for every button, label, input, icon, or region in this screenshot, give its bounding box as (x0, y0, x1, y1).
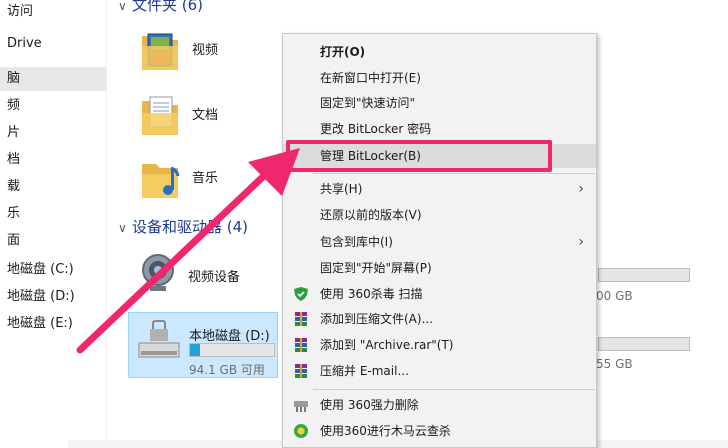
device-item-webcam[interactable]: 视频设备 (128, 244, 278, 306)
nav-item-pictures[interactable]: 片 (0, 121, 106, 145)
folder-name: 视频 (192, 43, 219, 58)
menu-item-label: 打开(O) (320, 45, 366, 59)
folder-item-documents[interactable]: 文档 (140, 89, 280, 145)
menu-item-label: 还原以前的版本(V) (320, 208, 422, 222)
drive-usage-fill (190, 344, 201, 356)
section-label: 设备和驱动器 (4) (132, 218, 249, 236)
menu-item-open[interactable]: 打开(O) (283, 40, 596, 64)
menu-item-label: 固定到"快速访问" (320, 96, 416, 110)
navigation-pane: 访问 Drive 脑 频 片 档 载 乐 面 地磁盘 (C:) 地磁盘 (D:)… (0, 0, 106, 448)
video-folder-icon (142, 33, 178, 70)
shredder-icon (294, 401, 308, 412)
menu-item-label: 压缩并 E-mail... (320, 364, 409, 378)
menu-item-label: 管理 BitLocker(B) (320, 149, 421, 163)
folder-item-music[interactable]: 音乐 (140, 152, 280, 208)
menu-item-include-in-library[interactable]: 包含到库中(I) › (283, 230, 596, 254)
menu-item-360-scan[interactable]: 使用 360杀毒 扫描 (283, 282, 596, 306)
hard-drive-icon (138, 320, 180, 358)
drive-free-space: 94.1 GB 可用 (189, 363, 265, 377)
winrar-icon (295, 364, 307, 378)
menu-item-label: 使用360进行木马云查杀 (320, 424, 451, 438)
360-trojan-scan-icon (294, 424, 308, 438)
menu-item-360-trojan-scan[interactable]: 使用360进行木马云查杀 (283, 419, 596, 443)
chevron-down-icon[interactable]: ∨ (118, 217, 132, 239)
nav-item-onedrive[interactable]: Drive (0, 32, 106, 56)
nav-item-videos[interactable]: 频 (0, 94, 106, 118)
folder-item-videos[interactable]: 视频 (140, 24, 280, 80)
menu-item-label: 添加到 "Archive.rar"(T) (320, 338, 454, 352)
nav-item-drive-d[interactable]: 地磁盘 (D:) (0, 285, 106, 309)
menu-item-open-new-window[interactable]: 在新窗口中打开(E) (283, 66, 596, 90)
section-header-folders[interactable]: ∨ 文件夹 (6) (118, 0, 203, 16)
menu-item-label: 在新窗口中打开(E) (320, 71, 421, 85)
menu-item-label: 共享(H) (320, 182, 363, 196)
folder-name: 音乐 (192, 171, 219, 186)
menu-item-restore-previous-versions[interactable]: 还原以前的版本(V) (283, 203, 596, 227)
webcam-icon (142, 254, 174, 291)
folder-name: 文档 (192, 108, 219, 123)
menu-item-add-to-archive[interactable]: 添加到压缩文件(A)... (283, 307, 596, 331)
drive-usage-bar (189, 343, 275, 357)
menu-item-label: 更改 BitLocker 密码 (320, 122, 432, 136)
nav-item-drive-e[interactable]: 地磁盘 (E:) (0, 312, 106, 336)
nav-item-documents[interactable]: 档 (0, 148, 106, 172)
360-antivirus-icon (294, 287, 308, 301)
menu-item-share[interactable]: 共享(H) › (283, 177, 596, 201)
submenu-arrow-icon: › (578, 181, 584, 197)
menu-item-add-to-archive-rar[interactable]: 添加到 "Archive.rar"(T) (283, 333, 596, 357)
menu-item-manage-bitlocker[interactable]: 管理 BitLocker(B) (283, 144, 596, 168)
drive-free-space: 00 GB (596, 289, 633, 303)
device-item-drive-d[interactable]: 本地磁盘 (D:) 94.1 GB 可用 (128, 312, 278, 378)
menu-item-label: 包含到库中(I) (320, 235, 393, 249)
nav-item-desktop[interactable]: 面 (0, 229, 106, 253)
device-name: 视频设备 (188, 270, 241, 285)
submenu-arrow-icon: › (578, 234, 584, 250)
drive-free-space: 55 GB (596, 357, 633, 371)
menu-item-change-bitlocker-password[interactable]: 更改 BitLocker 密码 (283, 117, 596, 141)
nav-item-quick-access[interactable]: 访问 (0, 0, 106, 24)
nav-item-downloads[interactable]: 载 (0, 175, 106, 199)
menu-item-pin-to-start[interactable]: 固定到"开始"屏幕(P) (283, 256, 596, 280)
winrar-icon (295, 338, 307, 352)
music-folder-icon (142, 164, 180, 198)
device-name: 本地磁盘 (D:) (189, 329, 270, 344)
menu-item-label: 添加到压缩文件(A)... (320, 312, 434, 326)
nav-item-music[interactable]: 乐 (0, 202, 106, 226)
menu-item-label: 使用 360杀毒 扫描 (320, 287, 423, 301)
pane-divider[interactable] (106, 0, 107, 448)
chevron-down-icon[interactable]: ∨ (118, 0, 132, 17)
menu-item-compress-email[interactable]: 压缩并 E-mail... (283, 359, 596, 383)
nav-item-this-pc[interactable]: 脑 (0, 67, 106, 91)
menu-separator (313, 173, 595, 174)
section-label: 文件夹 (6) (132, 0, 204, 14)
section-header-devices[interactable]: ∨ 设备和驱动器 (4) (118, 216, 248, 238)
drive-usage-bar (598, 268, 690, 282)
menu-item-pin-quick-access[interactable]: 固定到"快速访问" (283, 91, 596, 115)
document-folder-icon (142, 96, 178, 135)
nav-item-drive-c[interactable]: 地磁盘 (C:) (0, 258, 106, 282)
menu-item-360-shred[interactable]: 使用 360强力删除 (283, 393, 596, 417)
drive-usage-bar (598, 337, 690, 351)
menu-item-label: 使用 360强力删除 (320, 398, 419, 412)
menu-separator (313, 389, 595, 390)
context-menu: 打开(O) 在新窗口中打开(E) 固定到"快速访问" 更改 BitLocker … (282, 33, 597, 448)
menu-item-label: 固定到"开始"屏幕(P) (320, 261, 432, 275)
winrar-icon (295, 312, 307, 326)
